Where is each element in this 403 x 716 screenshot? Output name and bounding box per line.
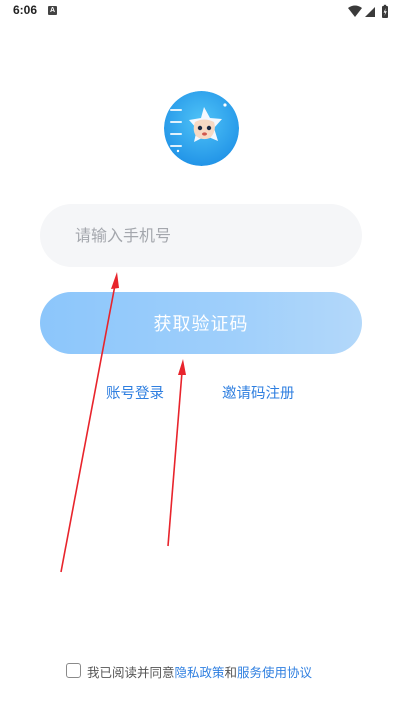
phone-number-input[interactable] (40, 204, 362, 267)
status-time: 6:06 (13, 3, 38, 17)
account-login-link[interactable]: 账号登录 (106, 382, 164, 403)
wifi-icon (348, 5, 362, 17)
app-logo (164, 91, 239, 166)
agree-checkbox[interactable] (66, 663, 81, 678)
get-verification-code-button[interactable]: 获取验证码 (40, 292, 362, 354)
status-bar: 6:06 A (0, 0, 403, 24)
arrow-to-code-button (167, 359, 186, 547)
agreement-and-text: 和 (224, 665, 238, 680)
service-agreement-link[interactable]: 服务使用协议 (237, 665, 312, 680)
agreement-text: 我已阅读并同意 (87, 665, 175, 680)
agreement-row: 我已阅读并同意隐私政策和服务使用协议 (66, 662, 312, 682)
system-icons (347, 4, 391, 20)
invite-code-register-link[interactable]: 邀请码注册 (222, 382, 295, 403)
notification-a-icon: A (48, 6, 57, 15)
battery-icon (382, 4, 388, 18)
signal-icon (365, 7, 375, 17)
privacy-policy-link[interactable]: 隐私政策 (175, 665, 225, 680)
